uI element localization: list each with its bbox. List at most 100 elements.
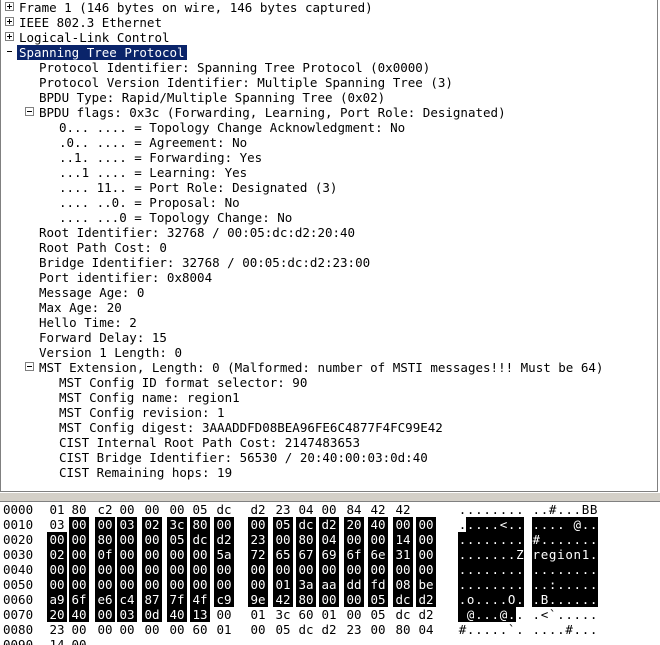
- hex-byte[interactable]: 00: [117, 547, 137, 562]
- tree-row[interactable]: Root Path Cost: 0: [1, 240, 657, 255]
- hex-byte[interactable]: dc: [395, 607, 411, 622]
- hex-byte[interactable]: aa: [319, 577, 339, 592]
- hex-byte[interactable]: 00: [144, 622, 160, 637]
- hex-byte[interactable]: 31: [393, 547, 413, 562]
- hex-byte[interactable]: 00: [71, 622, 87, 637]
- packet-details-pane[interactable]: Frame 1 (146 bytes on wire, 146 bytes ca…: [0, 0, 658, 492]
- hex-byte[interactable]: 00: [344, 592, 364, 607]
- hex-byte[interactable]: 05: [275, 622, 291, 637]
- hex-byte[interactable]: 23: [346, 622, 362, 637]
- hex-byte[interactable]: 02: [47, 547, 67, 562]
- hex-byte[interactable]: 00: [216, 607, 232, 622]
- hex-byte[interactable]: dc: [296, 517, 316, 532]
- tree-row[interactable]: CIST Remaining hops: 19: [1, 465, 657, 480]
- hex-byte[interactable]: 05: [192, 502, 208, 517]
- hex-byte[interactable]: 00: [142, 577, 162, 592]
- hex-byte[interactable]: 67: [296, 547, 316, 562]
- hex-byte[interactable]: 80: [296, 592, 316, 607]
- hex-byte[interactable]: 00: [248, 577, 268, 592]
- hex-byte[interactable]: 01: [273, 577, 293, 592]
- tree-row[interactable]: Protocol Version Identifier: Multiple Sp…: [1, 75, 657, 90]
- hex-byte[interactable]: 04: [418, 622, 434, 637]
- hex-byte[interactable]: 00: [368, 562, 388, 577]
- hex-byte[interactable]: 87: [142, 592, 162, 607]
- hex-byte[interactable]: 00: [248, 517, 268, 532]
- hex-byte[interactable]: 6f: [344, 547, 364, 562]
- hex-byte[interactable]: 00: [416, 562, 436, 577]
- hex-byte[interactable]: 9e: [248, 592, 268, 607]
- hex-byte[interactable]: 00: [117, 532, 137, 547]
- hex-byte[interactable]: dc: [393, 592, 413, 607]
- hex-byte[interactable]: 00: [69, 547, 89, 562]
- hex-byte[interactable]: 6f: [69, 592, 89, 607]
- hex-row[interactable]: 0040 00 00 00 00 00 00 00 00 00 00 00 00 00 00 00 00....…: [0, 562, 660, 577]
- hex-byte[interactable]: 00: [69, 562, 89, 577]
- expand-icon[interactable]: [5, 32, 14, 41]
- hex-row[interactable]: 0050 00 00 00 00 00 00 00 00 00 01 3a aa dd fd 08 be....…: [0, 577, 660, 592]
- hex-byte[interactable]: 00: [142, 532, 162, 547]
- hex-byte[interactable]: 00: [47, 577, 67, 592]
- tree-row[interactable]: BPDU Type: Rapid/Multiple Spanning Tree …: [1, 90, 657, 105]
- hex-byte[interactable]: 00: [119, 622, 135, 637]
- hex-byte[interactable]: 00: [344, 532, 364, 547]
- hex-byte[interactable]: 00: [250, 622, 266, 637]
- tree-row[interactable]: .0.. .... = Agreement: No: [1, 135, 657, 150]
- hex-byte[interactable]: 00: [190, 547, 210, 562]
- hex-byte[interactable]: 00: [346, 607, 362, 622]
- hex-byte[interactable]: 14: [393, 532, 413, 547]
- hex-byte[interactable]: 05: [370, 607, 386, 622]
- tree-row[interactable]: Protocol Identifier: Spanning Tree Proto…: [1, 60, 657, 75]
- expand-icon[interactable]: [5, 17, 14, 26]
- hex-byte[interactable]: 42: [273, 592, 293, 607]
- hex-byte[interactable]: 20: [47, 607, 67, 622]
- hex-byte[interactable]: 65: [273, 547, 293, 562]
- hex-byte[interactable]: 00: [190, 577, 210, 592]
- hex-byte[interactable]: 00: [142, 562, 162, 577]
- hex-byte[interactable]: 00: [95, 577, 115, 592]
- hex-byte[interactable]: 00: [119, 502, 135, 517]
- hex-byte[interactable]: dc: [298, 622, 314, 637]
- collapse-icon[interactable]: [25, 107, 34, 116]
- hex-byte[interactable]: 00: [344, 562, 364, 577]
- hex-byte[interactable]: 08: [393, 577, 413, 592]
- hex-byte[interactable]: 40: [368, 517, 388, 532]
- hex-byte[interactable]: 4f: [190, 592, 210, 607]
- hex-byte[interactable]: 05: [368, 592, 388, 607]
- hex-byte[interactable]: d2: [319, 517, 339, 532]
- hex-row[interactable]: 0000 01 80 c2 00 00 00 05 dc d2 23 04 00 84 42 42......…: [0, 502, 660, 517]
- tree-row[interactable]: .... ..0. = Proposal: No: [1, 195, 657, 210]
- hex-byte[interactable]: d2: [416, 592, 436, 607]
- packet-bytes-pane[interactable]: 0000 01 80 c2 00 00 00 05 dc d2 23 04 00 84 42 42......…: [0, 502, 660, 645]
- hex-byte[interactable]: 01: [321, 607, 337, 622]
- tree-row[interactable]: Bridge Identifier: 32768 / 00:05:dc:d2:2…: [1, 255, 657, 270]
- pane-splitter[interactable]: [0, 492, 660, 502]
- hex-byte[interactable]: d2: [214, 532, 234, 547]
- hex-byte[interactable]: 3a: [296, 577, 316, 592]
- hex-byte[interactable]: 23: [248, 532, 268, 547]
- tree-row[interactable]: ..1. .... = Forwarding: Yes: [1, 150, 657, 165]
- hex-byte[interactable]: 04: [319, 532, 339, 547]
- hex-byte[interactable]: 5a: [214, 547, 234, 562]
- tree-row[interactable]: MST Config revision: 1: [1, 405, 657, 420]
- hex-byte[interactable]: 00: [117, 577, 137, 592]
- hex-byte[interactable]: dd: [344, 577, 364, 592]
- tree-row[interactable]: Forward Delay: 15: [1, 330, 657, 345]
- hex-byte[interactable]: 40: [69, 607, 89, 622]
- tree-row[interactable]: Frame 1 (146 bytes on wire, 146 bytes ca…: [1, 0, 657, 15]
- hex-byte[interactable]: 00: [319, 592, 339, 607]
- tree-row[interactable]: Spanning Tree Protocol: [1, 45, 657, 60]
- hex-byte[interactable]: 00: [416, 517, 436, 532]
- hex-byte[interactable]: d2: [321, 622, 337, 637]
- hex-row[interactable]: 0060 a9 6f e6 c4 87 7f 4f c9 9e 42 80 00 00 05 dc d2. o..…: [0, 592, 660, 607]
- hex-byte[interactable]: 14: [49, 637, 65, 645]
- hex-byte[interactable]: 0d: [142, 607, 162, 622]
- collapse-icon[interactable]: [5, 47, 14, 56]
- hex-row[interactable]: 0010 03 00 00 03 02 3c 80 00 00 05 dc d2 20 40 00 00....…: [0, 517, 660, 532]
- tree-row[interactable]: .... ...0 = Topology Change: No: [1, 210, 657, 225]
- hex-byte[interactable]: 00: [319, 562, 339, 577]
- hex-byte[interactable]: 00: [47, 562, 67, 577]
- hex-byte[interactable]: 00: [273, 532, 293, 547]
- collapse-icon[interactable]: [25, 362, 34, 371]
- hex-byte[interactable]: 60: [298, 607, 314, 622]
- tree-row[interactable]: Message Age: 0: [1, 285, 657, 300]
